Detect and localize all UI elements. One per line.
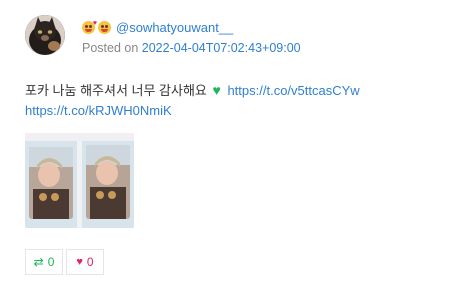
heart-icon: ♥ (76, 256, 83, 268)
avatar[interactable] (25, 15, 65, 55)
retweet-count: 0 (47, 255, 55, 269)
attached-photo[interactable] (25, 133, 134, 228)
retweet-icon: ⇄ (33, 255, 44, 269)
retweet-button[interactable]: ⇄ 0 (25, 249, 63, 275)
like-count: 0 (86, 255, 94, 269)
tweet-body: 포카 나눔 해주셔서 너무 감사해요 (25, 83, 207, 98)
timestamp-link[interactable]: 2022-04-04T07:02:43+09:00 (142, 41, 301, 55)
photocard-image (25, 133, 134, 228)
author-line: ♥ @sowhatyouwant__ (82, 18, 233, 36)
tweet-link-1[interactable]: https://t.co/v5ttcasCYw (227, 83, 359, 98)
green-heart-icon: ♥ (212, 82, 221, 98)
tweet-link-2[interactable]: https://t.co/kRJWH0NmiK (25, 103, 172, 118)
heart-eyes-face-icon (98, 20, 111, 34)
post-meta: Posted on 2022-04-04T07:02:43+09:00 (82, 41, 301, 55)
avatar-image (25, 15, 65, 55)
face-blowing-kiss-icon: ♥ (82, 20, 97, 34)
like-button[interactable]: ♥ 0 (66, 249, 104, 275)
posted-on-label: Posted on (82, 41, 139, 55)
tweet-text: 포카 나눔 해주셔서 너무 감사해요 ♥ https://t.co/v5ttca… (25, 80, 465, 121)
tweet-actions: ⇄ 0 ♥ 0 (25, 249, 104, 275)
username-link[interactable]: @sowhatyouwant__ (116, 20, 233, 35)
